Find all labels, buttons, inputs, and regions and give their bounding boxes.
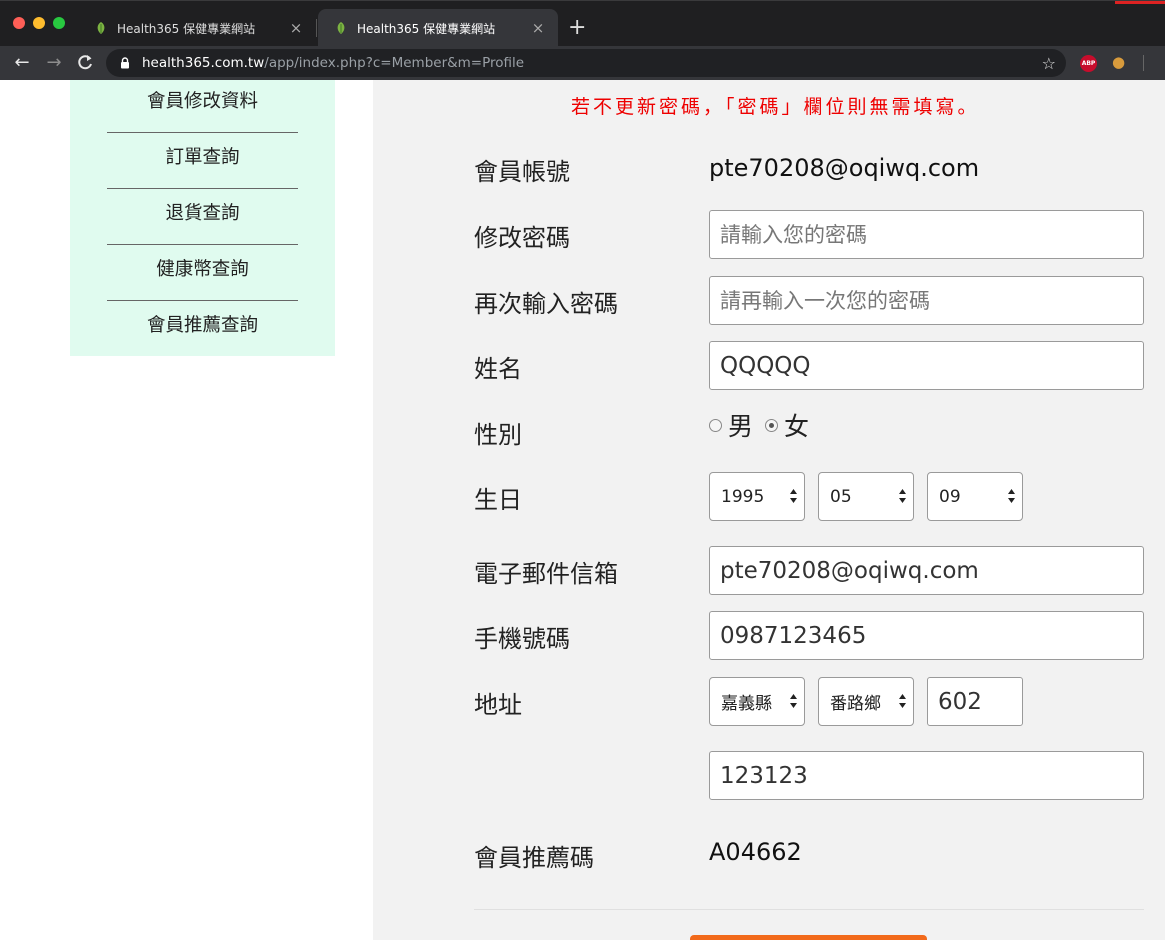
window-edge-accent [1115,1,1165,4]
password-field[interactable] [709,210,1144,259]
browser-tab-1[interactable]: Health365 保健專業網站 × [78,9,316,47]
birth-day-select[interactable]: 09 [927,472,1023,521]
district-select[interactable]: 番路鄉 [818,677,914,726]
profile-form: 若不更新密碼，「密碼」欄位則無需填寫。 會員帳號 pte70208@oqiwq.… [373,80,1165,940]
sidebar-item-returns[interactable]: 退貨查詢 [107,189,298,245]
updown-chevron-icon [899,489,906,503]
sidebar-item-referrals[interactable]: 會員推薦查詢 [107,301,298,357]
gender-label: 性別 [474,421,522,449]
tab-close-icon[interactable]: × [286,19,306,37]
gender-female-label: 女 [784,412,810,441]
account-label: 會員帳號 [474,158,570,186]
birth-month-value: 05 [830,486,852,507]
browser-titlebar: Health365 保健專業網站 × Health365 保健專業網站 × + [0,0,1165,47]
updown-chevron-icon [899,694,906,708]
minimize-window-button[interactable] [33,17,45,29]
browser-toolbar: ← → health365.com.tw/app/index.php?c=Mem… [0,46,1165,80]
email-label: 電子郵件信箱 [474,560,618,588]
email-field[interactable] [709,546,1144,595]
referral-label: 會員推薦碼 [474,844,594,872]
gender-male-radio[interactable] [709,418,722,432]
referral-code-value: A04662 [709,838,802,866]
county-select[interactable]: 嘉義縣 [709,677,805,726]
gender-male-label: 男 [728,412,754,441]
password-notice: 若不更新密碼，「密碼」欄位則無需填寫。 [571,96,980,118]
tab-close-icon[interactable]: × [528,19,548,37]
birth-day-value: 09 [939,486,961,507]
updown-chevron-icon [1008,489,1015,503]
gender-radio-group: 男 女 [709,407,821,443]
birthday-label: 生日 [474,486,522,514]
password-label: 修改密碼 [474,224,570,252]
password-confirm-label: 再次輸入密碼 [474,290,618,318]
sidebar-item-edit-profile[interactable]: 會員修改資料 [107,77,298,133]
bookmark-star-icon[interactable]: ☆ [1042,54,1056,73]
phone-label: 手機號碼 [474,625,570,653]
toolbar-divider [1143,55,1144,71]
phone-field[interactable] [709,611,1144,660]
address-label: 地址 [474,691,522,719]
leaf-icon [337,22,345,34]
gender-female-radio[interactable] [765,418,779,432]
name-field[interactable] [709,341,1144,390]
submit-button[interactable] [690,935,927,940]
reload-icon[interactable] [75,53,95,73]
zip-field[interactable] [927,677,1023,726]
adblock-extension-icon[interactable]: ABP [1080,55,1097,72]
leaf-icon [97,22,105,34]
forward-arrow-icon[interactable]: → [43,52,65,74]
county-value: 嘉義縣 [721,694,772,714]
url-path: /app/index.php?c=Member&m=Profile [264,55,525,71]
birth-month-select[interactable]: 05 [818,472,914,521]
member-sidebar: 會員修改資料 訂單查詢 退貨查詢 健康幣查詢 會員推薦查詢 [70,80,335,356]
close-window-button[interactable] [13,17,25,29]
password-confirm-field[interactable] [709,276,1144,325]
address-bar[interactable]: health365.com.tw/app/index.php?c=Member&… [106,49,1066,77]
url-host: health365.com.tw [142,55,265,71]
account-value: pte70208@oqiwq.com [709,154,980,182]
new-tab-button[interactable]: + [568,15,586,41]
back-arrow-icon[interactable]: ← [11,52,33,74]
tab-separator [316,19,317,37]
name-label: 姓名 [474,355,522,383]
sidebar-item-health-coins[interactable]: 健康幣查詢 [107,245,298,301]
birth-year-select[interactable]: 1995 [709,472,805,521]
district-value: 番路鄉 [830,694,881,714]
birth-year-value: 1995 [721,486,765,507]
sidebar-item-orders[interactable]: 訂單查詢 [107,133,298,189]
address-field[interactable] [709,751,1144,800]
updown-chevron-icon [790,489,797,503]
updown-chevron-icon [790,694,797,708]
form-divider [474,909,1144,910]
page-body: 會員修改資料 訂單查詢 退貨查詢 健康幣查詢 會員推薦查詢 若不更新密碼，「密碼… [0,80,1165,940]
lock-icon [121,57,129,69]
tab-title: Health365 保健專業網站 [117,21,256,36]
tab-title: Health365 保健專業網站 [357,21,496,36]
browser-tab-2-active[interactable]: Health365 保健專業網站 × [318,9,558,47]
cookie-extension-icon[interactable]: ● [1112,53,1125,71]
zoom-window-button[interactable] [53,17,65,29]
